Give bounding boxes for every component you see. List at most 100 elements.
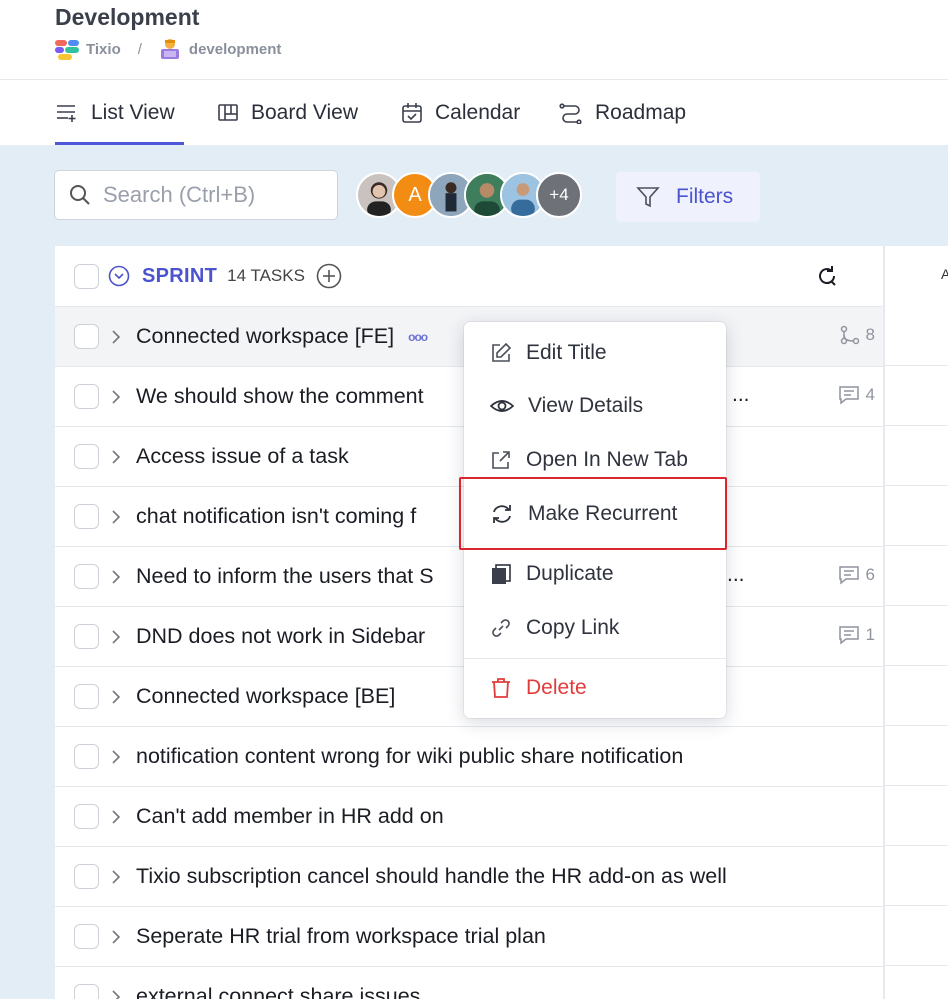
task-title[interactable]: chat notification isn't coming f [136, 504, 416, 529]
menu-item-view-details[interactable]: View Details [464, 381, 726, 431]
task-title[interactable]: Tixio subscription cancel should handle … [136, 864, 727, 889]
task-title[interactable]: Connected workspace [FE] [136, 324, 394, 349]
title-ellipsis: ... [732, 383, 750, 406]
row-checkbox[interactable] [74, 864, 99, 889]
chevron-right-icon[interactable] [111, 929, 125, 945]
sprint-group-header: SPRINT 14 TASKS [55, 246, 883, 306]
row-checkbox[interactable] [74, 324, 99, 349]
menu-item-copy-link[interactable]: Copy Link [464, 603, 726, 653]
task-title[interactable]: Need to inform the users that S [136, 564, 434, 589]
comment-icon [838, 386, 859, 405]
column-header: A [941, 266, 948, 282]
task-title[interactable]: We should show the comment [136, 384, 424, 409]
chevron-right-icon[interactable] [111, 629, 125, 645]
tab-board-view[interactable]: Board View [217, 80, 358, 145]
board-icon [218, 103, 238, 121]
title-ellipsis: ... [727, 563, 745, 586]
search-icon [70, 185, 90, 205]
tab-calendar[interactable]: Calendar [401, 80, 520, 145]
table-row[interactable]: external connect share issues [55, 966, 883, 999]
roadmap-icon [559, 102, 582, 124]
tab-label: Roadmap [595, 100, 687, 124]
row-checkbox[interactable] [74, 384, 99, 409]
menu-item-delete[interactable]: Delete [464, 663, 726, 713]
tab-label: List View [91, 100, 175, 124]
select-all-checkbox[interactable] [74, 263, 99, 289]
tab-roadmap[interactable]: Roadmap [559, 80, 686, 145]
tixio-logo-icon [55, 38, 79, 60]
link-icon [492, 619, 510, 637]
breadcrumb-workspace[interactable]: Tixio [86, 41, 121, 58]
highlight-annotation [459, 477, 727, 550]
task-title[interactable]: notification content wrong for wiki publ… [136, 744, 683, 769]
table-row[interactable]: Tixio subscription cancel should handle … [55, 846, 883, 906]
page-title: Development [55, 4, 200, 30]
add-task-icon[interactable] [316, 263, 342, 289]
filter-icon [636, 187, 660, 208]
row-checkbox[interactable] [74, 564, 99, 589]
row-checkbox[interactable] [74, 744, 99, 769]
trash-icon [492, 678, 510, 698]
comment-count: 1 [838, 625, 875, 645]
developer-emoji-icon [159, 38, 181, 60]
search-input[interactable] [103, 182, 323, 208]
row-checkbox[interactable] [74, 804, 99, 829]
filters-button[interactable]: Filters [616, 172, 760, 222]
comment-count: 4 [838, 385, 875, 405]
task-title[interactable]: Access issue of a task [136, 444, 349, 469]
task-title[interactable]: Seperate HR trial from workspace trial p… [136, 924, 546, 949]
menu-item-duplicate[interactable]: Duplicate [464, 549, 726, 599]
more-avatars-badge[interactable]: +4 [536, 172, 582, 218]
subtask-icon [840, 325, 859, 345]
more-options-icon[interactable]: ooo [408, 330, 428, 344]
row-checkbox[interactable] [74, 624, 99, 649]
row-checkbox[interactable] [74, 924, 99, 949]
chevron-right-icon[interactable] [111, 509, 125, 525]
table-row[interactable]: Seperate HR trial from workspace trial p… [55, 906, 883, 966]
sprint-task-count: 14 TASKS [227, 266, 305, 285]
chevron-right-icon[interactable] [111, 569, 125, 585]
tab-label: Board View [251, 100, 359, 124]
chevron-right-icon[interactable] [111, 989, 125, 999]
page-header: Development Tixio / development [0, 0, 948, 80]
sprint-title: SPRINT [142, 264, 218, 287]
tab-list-view[interactable]: List View [55, 80, 184, 145]
chevron-right-icon[interactable] [111, 809, 125, 825]
chevron-right-icon[interactable] [111, 689, 125, 705]
row-checkbox[interactable] [74, 504, 99, 529]
right-column: A [884, 246, 948, 999]
breadcrumb-project[interactable]: development [189, 41, 282, 58]
chevron-right-icon[interactable] [111, 449, 125, 465]
search-box[interactable] [54, 170, 338, 220]
calendar-icon [402, 102, 422, 123]
row-checkbox[interactable] [74, 444, 99, 469]
refresh-icon[interactable] [815, 264, 839, 288]
list-icon [57, 104, 76, 122]
menu-item-edit-title[interactable]: Edit Title [464, 328, 726, 378]
chevron-right-icon[interactable] [111, 329, 125, 345]
table-row[interactable]: Can't add member in HR add on [55, 786, 883, 846]
menu-divider [464, 658, 726, 659]
chevron-right-icon[interactable] [111, 389, 125, 405]
chevron-right-icon[interactable] [111, 749, 125, 765]
task-title[interactable]: Can't add member in HR add on [136, 804, 444, 829]
duplicate-icon [492, 564, 511, 584]
collapse-chevron-icon[interactable] [108, 265, 130, 287]
task-title[interactable]: Connected workspace [BE] [136, 684, 395, 709]
table-row[interactable]: notification content wrong for wiki publ… [55, 726, 883, 786]
filters-label: Filters [676, 185, 734, 208]
comment-icon [838, 626, 859, 645]
row-checkbox[interactable] [74, 684, 99, 709]
external-link-icon [492, 451, 510, 469]
breadcrumb: Tixio / development [55, 38, 281, 60]
chevron-right-icon[interactable] [111, 869, 125, 885]
eye-icon [490, 400, 514, 412]
comment-icon [838, 566, 859, 585]
breadcrumb-separator: / [137, 40, 142, 58]
comment-count: 6 [838, 565, 875, 585]
subtask-count: 8 [840, 325, 875, 345]
task-title[interactable]: DND does not work in Sidebar [136, 624, 425, 649]
member-avatars[interactable]: A +4 [356, 172, 582, 220]
task-title[interactable]: external connect share issues [136, 984, 420, 999]
row-checkbox[interactable] [74, 984, 99, 999]
